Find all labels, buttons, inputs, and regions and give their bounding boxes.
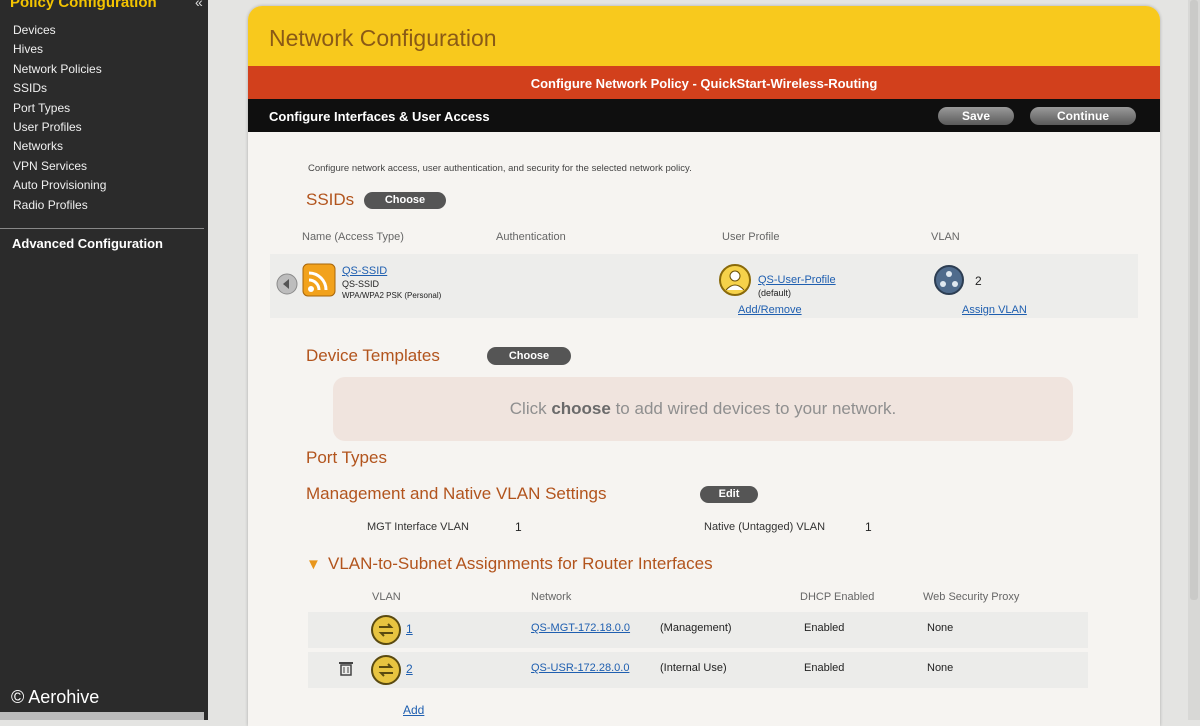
dhcp-2-value: Enabled [804, 662, 845, 674]
col-vlan: VLAN [931, 231, 960, 243]
col-vlan-header: VLAN [372, 591, 401, 603]
step-toolbar: Configure Interfaces & User Access Save … [248, 99, 1160, 132]
management-vlan-heading: Management and Native VLAN Settings [306, 484, 607, 503]
mgt-interface-vlan-label: MGT Interface VLAN [367, 521, 469, 533]
network-1-note: (Management) [660, 622, 732, 634]
sidebar-divider [0, 228, 204, 229]
sidebar-title: Policy Configuration [10, 0, 157, 11]
col-authentication: Authentication [496, 231, 566, 243]
page-scrollbar[interactable] [1188, 0, 1200, 720]
sidebar-item-port-types[interactable]: Port Types [13, 99, 106, 118]
col-proxy-header: Web Security Proxy [923, 591, 1020, 603]
router-icon [370, 654, 402, 691]
copyright-watermark: © Aerohive [11, 687, 100, 707]
device-templates-empty-state: Click choose to add wired devices to you… [333, 377, 1073, 441]
step-title: Configure Interfaces & User Access [269, 109, 490, 124]
network-2-link[interactable]: QS-USR-172.28.0.0 [531, 662, 629, 674]
device-templates-choose-button[interactable]: Choose [487, 347, 571, 365]
network-configuration-panel: Network Configuration Configure Network … [248, 6, 1160, 726]
router-icon [370, 614, 402, 651]
sidebar-item-hives[interactable]: Hives [13, 40, 106, 59]
panel-header: Network Configuration [248, 6, 1160, 66]
continue-button[interactable]: Continue [1030, 107, 1136, 125]
ssid-secondary-name: QS-SSID [342, 279, 380, 289]
empty-state-choose-word: choose [551, 399, 611, 418]
ssids-heading: SSIDs [306, 190, 355, 209]
vlan-subnet-heading: VLAN-to-Subnet Assignments for Router In… [328, 554, 713, 573]
sidebar-item-vpn-services[interactable]: VPN Services [13, 157, 106, 176]
policy-subtitle: Configure Network Policy - QuickStart-Wi… [248, 66, 1160, 99]
add-remove-link[interactable]: Add/Remove [738, 304, 802, 316]
expand-arrow-icon[interactable]: ▼ [306, 556, 321, 573]
vlan-2-link[interactable]: 2 [406, 662, 413, 676]
collapse-sidebar-icon[interactable]: « [195, 0, 203, 10]
device-templates-heading: Device Templates [306, 346, 440, 365]
user-profile-icon [718, 263, 752, 302]
sidebar-item-networks[interactable]: Networks [13, 137, 106, 156]
assign-vlan-link[interactable]: Assign VLAN [962, 304, 1027, 316]
save-button[interactable]: Save [938, 107, 1014, 125]
user-profile-default: (default) [758, 288, 792, 298]
user-profile-link[interactable]: QS-User-Profile [758, 274, 836, 286]
delete-icon[interactable] [338, 662, 354, 681]
network-1-link[interactable]: QS-MGT-172.18.0.0 [531, 622, 630, 634]
col-dhcp-header: DHCP Enabled [800, 591, 875, 603]
sidebar-item-auto-provisioning[interactable]: Auto Provisioning [13, 176, 106, 195]
page-title: Network Configuration [269, 25, 497, 51]
sidebar-item-ssids[interactable]: SSIDs [13, 79, 106, 98]
native-vlan-value: 1 [865, 520, 872, 534]
sidebar-item-network-policies[interactable]: Network Policies [13, 60, 106, 79]
dhcp-1-value: Enabled [804, 622, 845, 634]
proxy-1-value: None [927, 622, 954, 634]
col-network-header: Network [531, 591, 572, 603]
ssid-name-link[interactable]: QS-SSID [342, 265, 387, 277]
add-vlan-link[interactable]: Add [403, 703, 424, 717]
proxy-2-value: None [927, 662, 954, 674]
wifi-icon [302, 263, 336, 302]
col-user-profile: User Profile [722, 231, 780, 243]
sidebar-item-user-profiles[interactable]: User Profiles [13, 118, 106, 137]
native-vlan-label: Native (Untagged) VLAN [704, 521, 826, 533]
section-description: Configure network access, user authentic… [308, 163, 692, 174]
management-edit-button[interactable]: Edit [700, 486, 758, 503]
sidebar-menu: Devices Hives Network Policies SSIDs Por… [13, 21, 106, 215]
ssids-choose-button[interactable]: Choose [364, 192, 446, 209]
port-types-heading: Port Types [306, 448, 387, 467]
ssid-access-type: WPA/WPA2 PSK (Personal) [342, 291, 442, 300]
ssid-vlan-value: 2 [975, 274, 982, 288]
sidebar-item-devices[interactable]: Devices [13, 21, 106, 40]
mgt-interface-vlan-value: 1 [515, 520, 522, 534]
network-2-note: (Internal Use) [660, 662, 727, 674]
vlan-1-link[interactable]: 1 [406, 622, 413, 636]
col-name-access-type: Name (Access Type) [302, 231, 404, 243]
empty-state-text-post: to add wired devices to your network. [610, 399, 897, 418]
sidebar-item-advanced-configuration[interactable]: Advanced Configuration [12, 236, 163, 251]
scrollbar-thumb[interactable] [1190, 0, 1198, 600]
vlan-network-icon [933, 264, 965, 301]
sidebar-scrollbar[interactable] [0, 712, 204, 720]
empty-state-text-pre: Click [509, 399, 552, 418]
sidebar-item-radio-profiles[interactable]: Radio Profiles [13, 196, 106, 215]
chevron-left-icon[interactable] [276, 273, 298, 300]
sidebar: Policy Configuration « Devices Hives Net… [0, 0, 208, 720]
